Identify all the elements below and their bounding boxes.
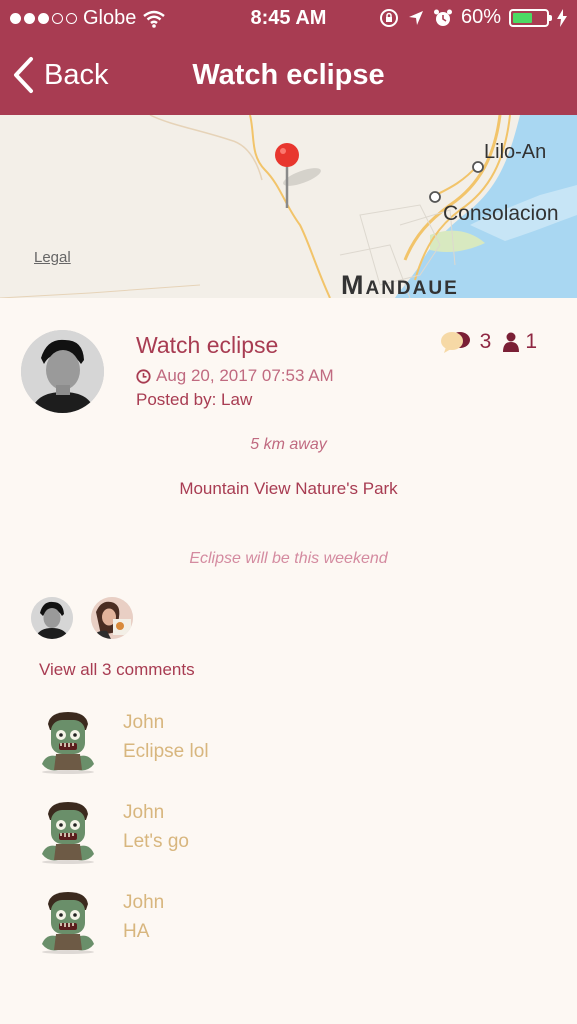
attendee-count-stat[interactable]: 1 — [503, 330, 537, 354]
map-pin-icon[interactable] — [274, 142, 300, 168]
event-poster: Posted by: Law — [136, 390, 253, 409]
comment-item: John Let's go — [40, 800, 540, 870]
battery-level-fill — [513, 12, 533, 23]
comment-author[interactable]: John — [123, 892, 164, 914]
person-icon — [503, 332, 520, 352]
host-avatar[interactable] — [21, 330, 104, 413]
comment-text: HA — [123, 921, 150, 942]
event-date: Aug 20, 2017 07:53 AM — [156, 366, 334, 385]
comment-text: Let's go — [123, 831, 189, 852]
event-details: Watch eclipse Aug 20, 2017 07:53 AM Post… — [0, 298, 577, 1024]
comment-author[interactable]: John — [123, 712, 164, 734]
orientation-lock-icon — [379, 8, 398, 27]
event-distance: 5 km away — [250, 436, 327, 453]
event-description: Eclipse will be this weekend — [189, 550, 388, 567]
map-label-consolacion: Consolacion — [443, 202, 559, 225]
charging-icon — [557, 8, 567, 27]
map-label-mandaue: Mandaue — [341, 270, 459, 298]
event-date-row: Aug 20, 2017 07:53 AM — [136, 366, 334, 386]
comment-item: John Eclipse lol — [40, 710, 540, 780]
participant-avatar[interactable] — [91, 597, 133, 639]
zombie-avatar-icon — [40, 800, 96, 864]
comment-item: John HA — [40, 890, 540, 960]
participant-avatars — [31, 597, 133, 639]
clock-icon — [136, 368, 151, 384]
status-right: 60% — [379, 6, 567, 29]
page-title: Watch eclipse — [192, 59, 385, 91]
zombie-avatar-icon — [40, 890, 96, 954]
status-bar: Globe 8:45 AM 60% — [0, 0, 577, 40]
battery-icon — [509, 8, 552, 27]
event-stats: 3 1 — [440, 330, 537, 354]
map-legal-link[interactable]: Legal — [34, 249, 71, 266]
event-title: Watch eclipse — [136, 332, 279, 358]
participant-avatar[interactable] — [31, 597, 73, 639]
event-location[interactable]: Mountain View Nature's Park — [0, 479, 577, 499]
chat-bubbles-icon — [440, 332, 470, 353]
comment-text: Eclipse lol — [123, 741, 209, 762]
view-all-comments-link[interactable]: View all 3 comments — [39, 660, 195, 680]
comment-count-stat[interactable]: 3 — [440, 330, 492, 354]
location-arrow-icon — [408, 10, 423, 25]
zombie-avatar-icon — [40, 710, 96, 774]
comment-author[interactable]: John — [123, 802, 164, 824]
map-label-liloan: Lilo-An — [484, 141, 547, 163]
alarm-icon — [433, 9, 452, 26]
comment-count: 3 — [479, 330, 492, 353]
attendee-count: 1 — [525, 330, 537, 353]
battery-percent: 60% — [460, 6, 501, 28]
nav-bar: Back Watch eclipse — [0, 40, 577, 115]
event-map[interactable]: Legal Lilo-An Consolacion Mandaue — [0, 115, 577, 298]
